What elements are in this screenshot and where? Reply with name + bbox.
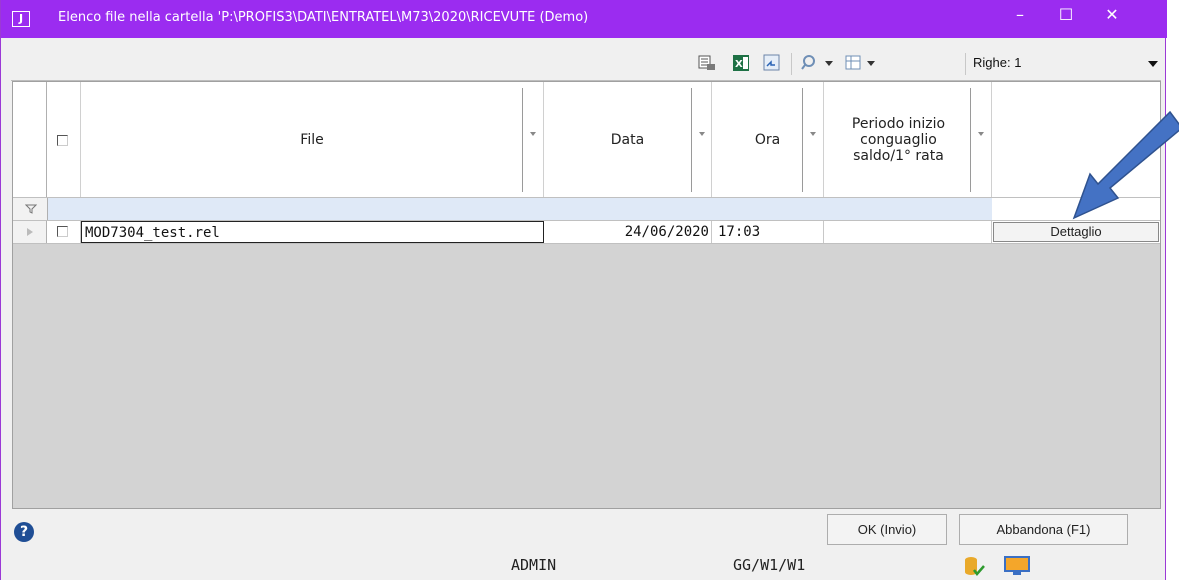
- row-select-cell: [47, 221, 81, 243]
- annotation-arrow: [1072, 110, 1179, 220]
- rows-count-label[interactable]: Righe: 1: [973, 55, 1021, 70]
- title-bar[interactable]: J Elenco file nella cartella 'P:\PROFIS3…: [1, 0, 1167, 38]
- column-header-data[interactable]: Data: [544, 82, 712, 197]
- status-workstation: GG/W1/W1: [733, 556, 806, 574]
- row-indicator: [13, 221, 47, 243]
- grid-header: File Data Ora Periodo inizio conguaglio …: [13, 82, 1160, 198]
- select-all-header: [47, 82, 81, 197]
- excel-icon[interactable]: X: [732, 54, 750, 72]
- column-header-ora-label: Ora: [754, 131, 781, 148]
- maximize-button[interactable]: ☐: [1043, 0, 1089, 30]
- row-indicator-header: [13, 82, 47, 197]
- row-checkbox[interactable]: [57, 226, 68, 237]
- column-divider: [522, 88, 523, 192]
- database-check-icon: [965, 557, 985, 576]
- dialog-window: J Elenco file nella cartella 'P:\PROFIS3…: [0, 0, 1167, 580]
- cell-file[interactable]: MOD7304_test.rel: [81, 221, 544, 243]
- ora-filter-dropdown-icon[interactable]: [810, 132, 816, 136]
- file-grid: File Data Ora Periodo inizio conguaglio …: [12, 81, 1161, 509]
- ok-button[interactable]: OK (Invio): [827, 514, 947, 545]
- cell-periodo[interactable]: [824, 221, 992, 243]
- column-header-data-label: Data: [610, 131, 645, 148]
- cell-data[interactable]: 24/06/2020: [544, 221, 712, 243]
- column-divider: [802, 88, 803, 192]
- app-icon: J: [12, 11, 30, 27]
- filter-icon[interactable]: [25, 204, 37, 214]
- monitor-icon: [1004, 556, 1030, 575]
- print-preview-icon[interactable]: [698, 54, 716, 72]
- column-divider: [691, 88, 692, 192]
- filter-row[interactable]: [13, 198, 1160, 221]
- filter-row-indicator: [13, 198, 48, 220]
- toolbar-separator: [791, 53, 792, 75]
- cancel-button[interactable]: Abbandona (F1): [959, 514, 1128, 545]
- column-header-periodo[interactable]: Periodo inizio conguaglio saldo/1° rata: [824, 82, 992, 197]
- table-row[interactable]: MOD7304_test.rel 24/06/2020 17:03 Dettag…: [13, 221, 1160, 244]
- row-pointer-icon: [27, 228, 33, 236]
- file-filter-dropdown-icon[interactable]: [530, 132, 536, 136]
- svg-text:X: X: [735, 59, 743, 70]
- toolbar-separator: [965, 53, 966, 75]
- select-all-checkbox[interactable]: [57, 135, 68, 146]
- help-icon[interactable]: ?: [14, 522, 34, 542]
- toolbar: X Righe: 1: [11, 47, 1161, 81]
- chevron-down-icon[interactable]: [1148, 61, 1158, 67]
- cell-ora[interactable]: 17:03: [712, 221, 824, 243]
- column-header-periodo-label: Periodo inizio conguaglio saldo/1° rata: [851, 115, 946, 164]
- export-icon[interactable]: [763, 54, 781, 72]
- search-filter-icon[interactable]: [801, 54, 835, 72]
- column-header-file[interactable]: File: [81, 82, 544, 197]
- column-chooser-icon[interactable]: [845, 54, 879, 72]
- data-filter-dropdown-icon[interactable]: [699, 132, 705, 136]
- column-header-ora[interactable]: Ora: [712, 82, 824, 197]
- column-divider: [970, 88, 971, 192]
- column-header-file-label: File: [300, 131, 324, 148]
- close-button[interactable]: ✕: [1089, 0, 1135, 30]
- status-user: ADMIN: [511, 556, 557, 574]
- window-title: Elenco file nella cartella 'P:\PROFIS3\D…: [58, 10, 589, 25]
- dettaglio-button[interactable]: Dettaglio: [993, 222, 1159, 242]
- minimize-button[interactable]: –: [997, 0, 1043, 30]
- periodo-filter-dropdown-icon[interactable]: [978, 132, 984, 136]
